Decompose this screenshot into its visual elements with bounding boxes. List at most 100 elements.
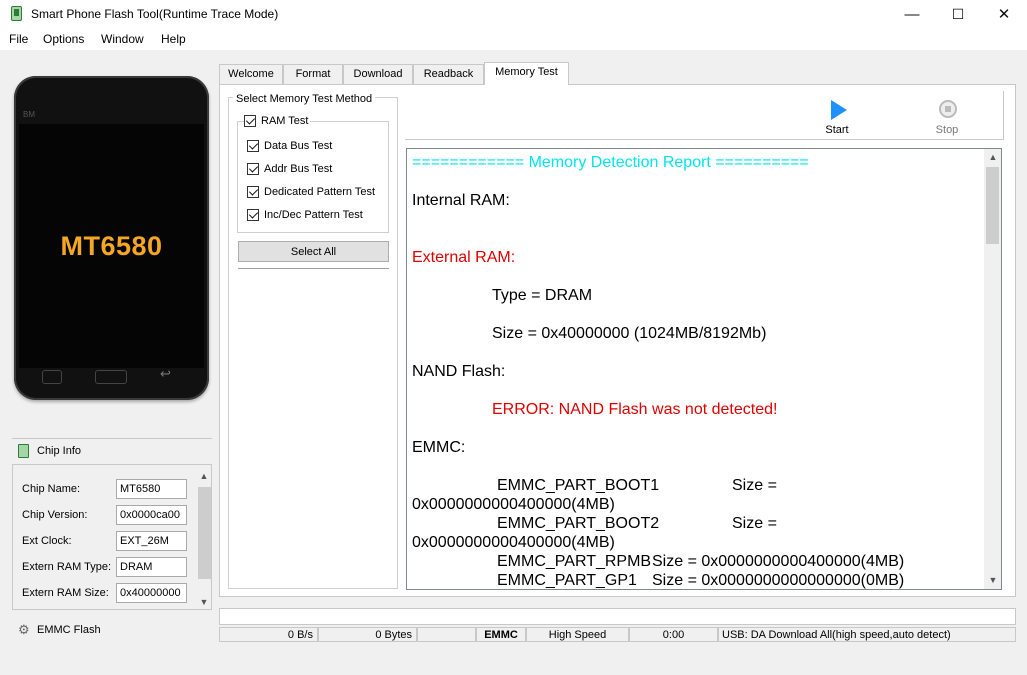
- method-group-title: Select Memory Test Method: [233, 93, 376, 105]
- chip-extra-field[interactable]: [116, 609, 187, 610]
- inc-dec-pattern-test-checkbox[interactable]: Inc/Dec Pattern Test: [247, 209, 363, 221]
- phone-brand: BM: [23, 110, 35, 119]
- chip-version-label: Chip Version:: [22, 509, 88, 521]
- scroll-up-icon[interactable]: ▲: [985, 152, 1001, 162]
- ext-clock-label: Ext Clock:: [22, 535, 72, 547]
- back-key-icon: ↩: [160, 366, 171, 381]
- emmc-flash-section[interactable]: ⚙ EMMC Flash: [12, 618, 212, 642]
- report-emmc: EMMC:: [412, 439, 466, 456]
- select-all-button[interactable]: Select All: [238, 241, 389, 262]
- report-rpmb-size: Size = 0x0000000000400000(4MB): [652, 553, 905, 570]
- maximize-button[interactable]: ☐: [935, 0, 981, 28]
- chip-info-panel: Chip Name: MT6580 Chip Version: 0x0000ca…: [12, 464, 212, 610]
- addr-bus-test-label: Addr Bus Test: [264, 163, 333, 175]
- ram-test-checkbox[interactable]: RAM Test: [244, 115, 311, 127]
- menu-file[interactable]: File: [9, 32, 28, 46]
- extern-ram-type-field[interactable]: DRAM: [116, 557, 187, 577]
- report-internal-ram: Internal RAM:: [412, 192, 510, 209]
- scroll-down-icon[interactable]: ▼: [196, 597, 211, 607]
- checkbox-icon: [247, 209, 259, 221]
- play-icon: [831, 100, 847, 120]
- phone-chip-label: MT6580: [60, 231, 163, 261]
- chip-info-title: Chip Info: [37, 445, 82, 457]
- extern-ram-size-label: Extern RAM Size:: [22, 587, 109, 599]
- scrollbar-thumb[interactable]: [198, 487, 211, 579]
- start-button[interactable]: Start: [807, 91, 867, 139]
- checkbox-icon: [244, 115, 256, 127]
- checkbox-icon: [247, 163, 259, 175]
- checkbox-icon: [247, 186, 259, 198]
- report-type: Type = DRAM: [492, 287, 593, 304]
- menu-bar: File Options Window Help: [0, 28, 1027, 50]
- title-bar: Smart Phone Flash Tool(Runtime Trace Mod…: [0, 0, 1027, 28]
- separator: [238, 268, 389, 269]
- tab-format[interactable]: Format: [283, 64, 343, 84]
- emmc-flash-label: EMMC Flash: [37, 624, 101, 636]
- home-key-icon: [95, 370, 127, 384]
- status-time: 0:00: [629, 627, 718, 642]
- status-mode: High Speed: [526, 627, 629, 642]
- chip-info-scrollbar[interactable]: ▲ ▼: [196, 465, 211, 609]
- report-size: Size = 0x40000000 (1024MB/8192Mb): [492, 325, 767, 342]
- stop-label: Stop: [935, 124, 959, 136]
- report-boot2-size: 0x0000000000400000(4MB): [412, 534, 615, 551]
- dedicated-pattern-test-checkbox[interactable]: Dedicated Pattern Test: [247, 186, 375, 198]
- tab-memory-test[interactable]: Memory Test: [484, 62, 569, 85]
- report-boot2-size-label: Size =: [732, 515, 777, 532]
- chip-info-header[interactable]: Chip Info: [12, 438, 212, 464]
- inc-dec-pattern-test-label: Inc/Dec Pattern Test: [264, 209, 363, 221]
- ext-clock-field[interactable]: EXT_26M: [116, 531, 187, 551]
- tab-download[interactable]: Download: [343, 64, 413, 84]
- start-label: Start: [825, 124, 849, 136]
- report-boot1-size-label: Size =: [732, 477, 777, 494]
- phone-image: BM MT6580 ↩: [14, 76, 209, 400]
- stop-icon: [939, 100, 957, 118]
- gear-icon: ⚙: [18, 622, 30, 637]
- dedicated-pattern-test-label: Dedicated Pattern Test: [264, 186, 376, 198]
- report-boot1-size: 0x0000000000400000(4MB): [412, 496, 615, 513]
- extern-ram-size-field[interactable]: 0x40000000: [116, 583, 187, 603]
- memory-test-toolbar: Start Stop: [405, 91, 1004, 140]
- scrollbar-thumb[interactable]: [986, 167, 999, 244]
- status-bytes: 0 Bytes: [318, 627, 417, 642]
- chip-name-label: Chip Name:: [22, 483, 81, 495]
- memory-report-box[interactable]: ============ Memory Detection Report ===…: [406, 148, 1002, 590]
- report-gp1-name: EMMC_PART_GP1: [497, 572, 637, 589]
- report-boot1-name: EMMC_PART_BOOT1: [497, 477, 660, 494]
- progress-bar: [219, 608, 1016, 625]
- scroll-down-icon[interactable]: ▼: [985, 575, 1001, 585]
- chip-version-field[interactable]: 0x0000ca00: [116, 505, 187, 525]
- status-blank: [417, 627, 476, 642]
- phone-screen: MT6580: [19, 124, 204, 368]
- checkbox-icon: [247, 140, 259, 152]
- stop-button[interactable]: Stop: [917, 91, 977, 139]
- data-bus-test-checkbox[interactable]: Data Bus Test: [247, 140, 332, 152]
- tab-readback[interactable]: Readback: [413, 64, 484, 84]
- report-header: ============ Memory Detection Report ===…: [412, 154, 809, 171]
- status-bar: 0 B/s 0 Bytes EMMC High Speed 0:00 USB: …: [219, 627, 1016, 642]
- status-usb: USB: DA Download All(high speed,auto det…: [718, 627, 1016, 642]
- menu-window[interactable]: Window: [101, 32, 144, 46]
- tab-welcome[interactable]: Welcome: [219, 64, 283, 84]
- report-external-ram: External RAM:: [412, 249, 516, 266]
- status-storage: EMMC: [476, 627, 526, 642]
- report-boot2-name: EMMC_PART_BOOT2: [497, 515, 660, 532]
- chip-name-field[interactable]: MT6580: [116, 479, 187, 499]
- menu-options[interactable]: Options: [43, 32, 84, 46]
- data-bus-test-label: Data Bus Test: [264, 140, 333, 152]
- report-nand-flash: NAND Flash:: [412, 363, 506, 380]
- menu-key-icon: [42, 370, 62, 384]
- addr-bus-test-checkbox[interactable]: Addr Bus Test: [247, 163, 332, 175]
- report-scrollbar[interactable]: ▲ ▼: [984, 149, 1001, 589]
- chip-info-icon: [18, 444, 29, 458]
- ram-test-label: RAM Test: [261, 115, 309, 127]
- report-nand-error: ERROR: NAND Flash was not detected!: [492, 401, 778, 418]
- close-button[interactable]: ✕: [981, 0, 1027, 28]
- scroll-up-icon[interactable]: ▲: [196, 471, 211, 481]
- extern-ram-type-label: Extern RAM Type:: [22, 561, 112, 573]
- report-gp1-size: Size = 0x0000000000000000(0MB): [652, 572, 905, 589]
- minimize-button[interactable]: —: [889, 0, 935, 28]
- menu-help[interactable]: Help: [161, 32, 186, 46]
- report-rpmb-name: EMMC_PART_RPMB: [497, 553, 652, 570]
- status-speed: 0 B/s: [219, 627, 318, 642]
